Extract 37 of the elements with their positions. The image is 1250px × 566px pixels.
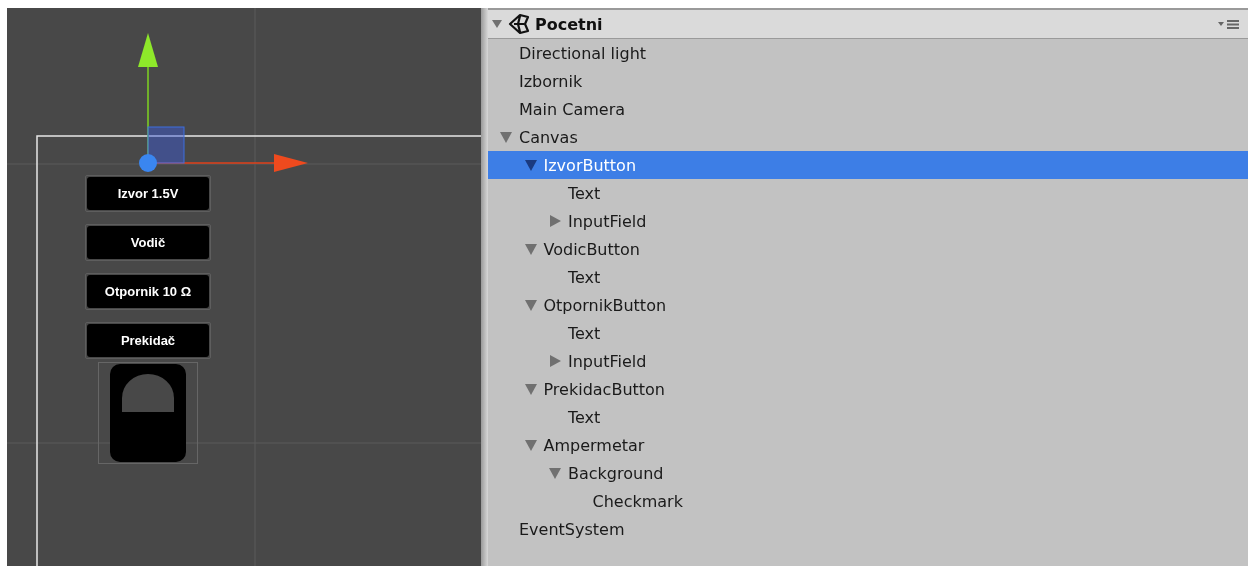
hierarchy-item[interactable]: Canvas: [488, 123, 1248, 151]
hierarchy-item[interactable]: Izbornik: [488, 67, 1248, 95]
expand-arrow-icon[interactable]: [524, 299, 537, 311]
hierarchy-item[interactable]: OtpornikButton: [488, 291, 1248, 319]
hierarchy-item[interactable]: InputField: [488, 347, 1248, 375]
scene-view[interactable]: Izvor 1.5V Vodič Otpornik 10 Ω Prekidač: [7, 8, 481, 566]
expand-arrow-icon[interactable]: [492, 19, 502, 29]
hierarchy-item[interactable]: Main Camera: [488, 95, 1248, 123]
hierarchy-item[interactable]: Text: [488, 319, 1248, 347]
panel-menu-icon[interactable]: [1218, 19, 1240, 29]
expand-arrow-icon[interactable]: [500, 131, 512, 143]
expand-arrow-icon[interactable]: [524, 159, 537, 171]
hierarchy-item[interactable]: Checkmark: [488, 487, 1248, 515]
hierarchy-item[interactable]: InputField: [488, 207, 1248, 235]
hierarchy-item[interactable]: Text: [488, 179, 1248, 207]
ui-button[interactable]: Prekidač: [87, 324, 209, 357]
expand-arrow-icon[interactable]: [549, 467, 561, 479]
hierarchy-item[interactable]: Text: [488, 403, 1248, 431]
ui-button[interactable]: Otpornik 10 Ω: [87, 275, 209, 308]
hierarchy-item[interactable]: IzvorButton: [488, 151, 1248, 179]
ui-button[interactable]: Izvor 1.5V: [87, 177, 209, 210]
hierarchy-item[interactable]: Text: [488, 263, 1248, 291]
expand-arrow-icon[interactable]: [524, 383, 537, 395]
hierarchy-item[interactable]: Ampermetar: [488, 431, 1248, 459]
panel-splitter[interactable]: [481, 8, 488, 566]
hierarchy-item[interactable]: VodicButton: [488, 235, 1248, 263]
hierarchy-item[interactable]: PrekidacButton: [488, 375, 1248, 403]
hierarchy-item[interactable]: EventSystem: [488, 515, 1248, 543]
hierarchy-item[interactable]: Background: [488, 459, 1248, 487]
expand-arrow-icon[interactable]: [524, 243, 537, 255]
collapse-arrow-icon[interactable]: [549, 355, 561, 367]
expand-arrow-icon[interactable]: [524, 439, 537, 451]
scene-name: Pocetni: [535, 14, 603, 34]
ui-button[interactable]: Vodič: [87, 226, 209, 259]
collapse-arrow-icon[interactable]: [549, 215, 561, 227]
move-gizmo[interactable]: [138, 33, 308, 172]
hierarchy-item[interactable]: Directional light: [488, 39, 1248, 67]
